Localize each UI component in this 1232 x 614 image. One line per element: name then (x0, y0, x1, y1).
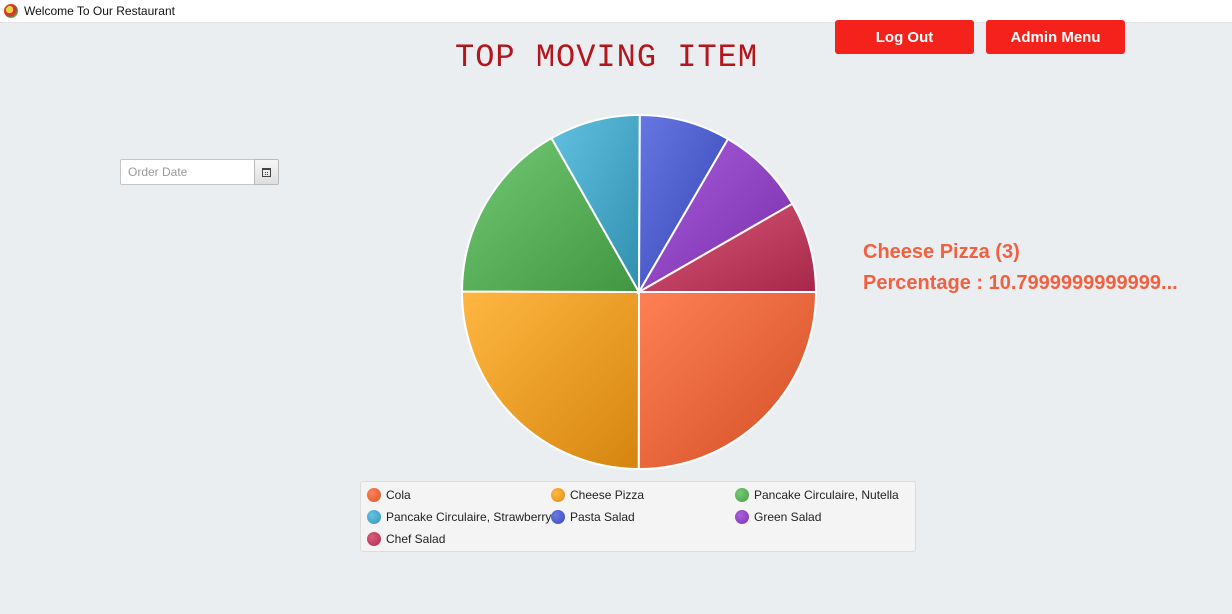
legend-swatch (735, 488, 749, 502)
restaurant-logo-icon (4, 4, 18, 18)
legend-label: Cheese Pizza (570, 488, 645, 502)
legend-label: Chef Salad (386, 532, 446, 546)
calendar-icon (262, 168, 271, 177)
order-date-picker (120, 159, 279, 185)
legend-label: Green Salad (754, 510, 822, 524)
legend-label: Pancake Circulaire, Nutella (754, 488, 899, 502)
legend-label: Pasta Salad (570, 510, 635, 524)
legend-swatch (367, 532, 381, 546)
legend-swatch (367, 488, 381, 502)
pie-chart (460, 113, 818, 471)
order-date-input[interactable] (120, 159, 254, 185)
selected-item-label: Cheese Pizza (3) (863, 241, 1020, 263)
legend-label: Pancake Circulaire, Strawberry (386, 510, 552, 524)
legend-swatch (551, 488, 565, 502)
logout-button[interactable]: Log Out (835, 20, 974, 54)
legend-swatch (735, 510, 749, 524)
selected-item-percentage: Percentage : 10.7999999999999... (863, 272, 1178, 294)
legend-swatch (367, 510, 381, 524)
pie-slice-cola[interactable] (637, 291, 818, 471)
window-title: Welcome To Our Restaurant (24, 4, 175, 18)
pie-slice-cheese-pizza[interactable] (460, 290, 641, 471)
legend-swatch (551, 510, 565, 524)
admin-menu-button[interactable]: Admin Menu (986, 20, 1125, 54)
legend-label: Cola (386, 488, 411, 502)
chart-legend: Cola Cheese Pizza Pancake Circulaire, Nute… (360, 481, 916, 552)
page-title: TOP MOVING ITEM (455, 39, 759, 76)
calendar-button[interactable] (254, 159, 279, 185)
